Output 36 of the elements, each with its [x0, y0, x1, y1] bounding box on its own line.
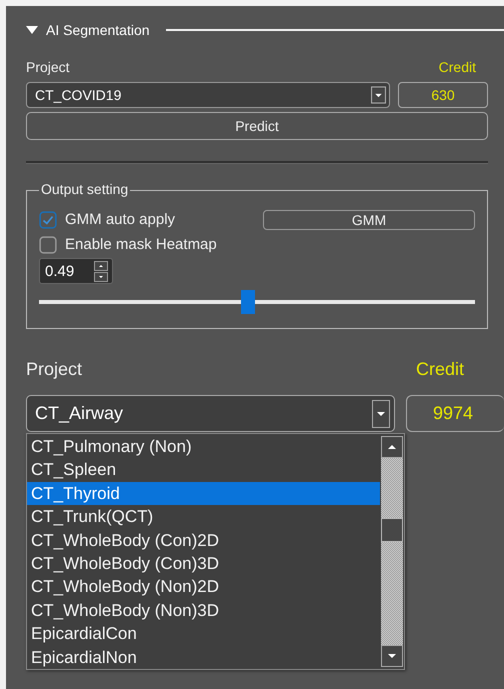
threshold-slider[interactable] — [39, 290, 475, 314]
dropdown-item[interactable]: CT_Trunk(QCT) — [27, 505, 380, 529]
project-dropdown[interactable]: CT_COVID19 — [26, 82, 390, 108]
section-title: AI Segmentation — [46, 22, 150, 38]
scrollbar[interactable] — [380, 434, 404, 669]
scrollbar-thumb[interactable] — [381, 518, 403, 542]
checkbox[interactable] — [39, 236, 57, 254]
slider-thumb[interactable] — [241, 290, 256, 314]
dropdown-item[interactable]: CT_Thyroid — [27, 482, 380, 506]
dropdown-item[interactable]: EpicardialCon — [27, 622, 380, 646]
spin-down-icon[interactable] — [91, 272, 111, 282]
dropdown-item[interactable]: CT_WholeBody (Non)3D — [27, 598, 380, 622]
project-dropdown[interactable]: CT_Airway — [26, 395, 395, 432]
dropdown-item[interactable]: CT_WholeBody (Con)3D — [27, 552, 380, 576]
credit-value: 630 — [398, 82, 488, 108]
project-label: Project — [26, 59, 70, 75]
scroll-down-icon[interactable] — [381, 645, 403, 667]
gmm-button[interactable]: GMM — [263, 210, 475, 230]
dropdown-item[interactable]: CT_WholeBody (Non)2D — [27, 575, 380, 599]
credit-label: Credit — [416, 358, 464, 380]
group-title: Output setting — [39, 181, 130, 197]
option-label: Enable mask Heatmap — [65, 236, 217, 253]
collapse-triangle-icon[interactable] — [26, 26, 38, 34]
option-label: GMM auto apply — [65, 211, 176, 228]
dropdown-item[interactable]: EpicardialNon — [27, 646, 380, 669]
dropdown-item[interactable]: CT_Pulmonary (Non) — [27, 435, 380, 458]
spin-up-icon[interactable] — [91, 260, 111, 270]
dropdown-item[interactable]: CT_Spleen — [27, 458, 380, 482]
dropdown-item[interactable]: CT_WholeBody (Con)2D — [27, 528, 380, 552]
scroll-up-icon[interactable] — [381, 436, 403, 458]
predict-button[interactable]: Predict — [26, 112, 488, 140]
credit-label: Credit — [438, 59, 476, 75]
threshold-spinbox[interactable]: 0.49 — [39, 258, 113, 284]
checked-checkbox[interactable] — [39, 210, 57, 228]
project-label: Project — [26, 358, 84, 380]
credit-value: 9974 — [406, 395, 504, 432]
